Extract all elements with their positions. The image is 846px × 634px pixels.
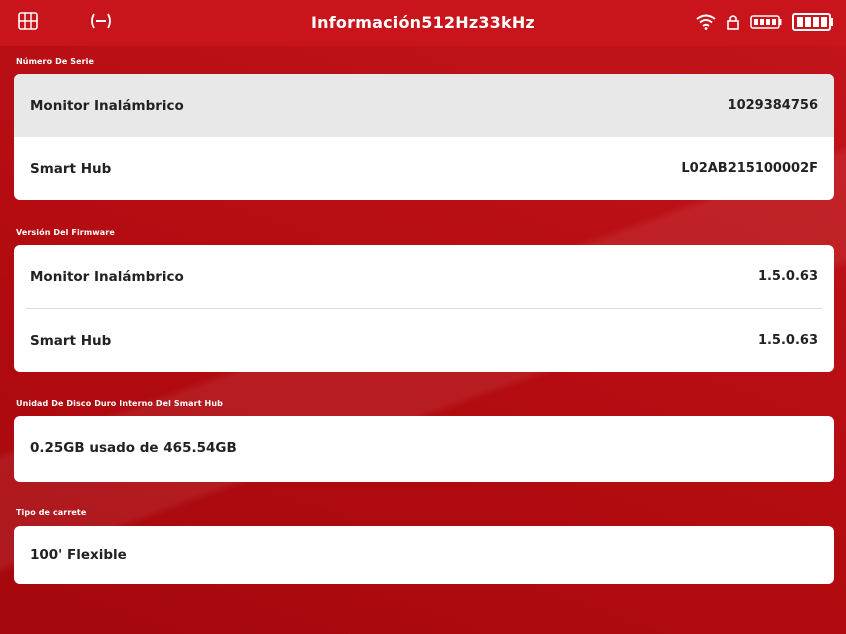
battery-icon xyxy=(792,13,834,31)
top-bar: Información512Hz33kHz xyxy=(0,0,846,46)
reel-row-type[interactable]: 100' Flexible xyxy=(14,526,834,584)
section-label-reel: Tipo de carrete xyxy=(16,508,87,517)
lock-icon xyxy=(726,14,740,30)
reel-card: 100' Flexible xyxy=(14,526,834,584)
section-label-firmware: Versión Del Firmware xyxy=(16,228,115,237)
firmware-row-hub[interactable]: Smart Hub 1.5.0.63 xyxy=(14,309,834,372)
row-label: Smart Hub xyxy=(30,160,112,177)
row-label: Smart Hub xyxy=(30,332,112,349)
row-value: L02AB215100002F xyxy=(681,161,818,176)
row-label: Monitor Inalámbrico xyxy=(30,268,184,285)
row-value: 1.5.0.63 xyxy=(757,333,818,348)
firmware-row-monitor[interactable]: Monitor Inalámbrico 1.5.0.63 xyxy=(14,245,834,308)
serial-row-monitor[interactable]: Monitor Inalámbrico 1029384756 xyxy=(14,74,834,137)
disk-row-usage[interactable]: 0.25GB usado de 465.54GB xyxy=(14,416,834,479)
row-label: 0.25GB usado de 465.54GB xyxy=(30,439,237,456)
section-label-disk: Unidad De Disco Duro Interno Del Smart H… xyxy=(16,399,223,408)
section-label-serial: Número De Serie xyxy=(16,57,95,66)
row-label: Monitor Inalámbrico xyxy=(30,97,184,114)
firmware-card: Monitor Inalámbrico 1.5.0.63 Smart Hub 1… xyxy=(14,245,834,372)
row-value: 1.5.0.63 xyxy=(757,269,818,284)
serial-card: Monitor Inalámbrico 1029384756 Smart Hub… xyxy=(14,74,834,200)
remote-battery-icon xyxy=(750,15,782,29)
row-value: 1029384756 xyxy=(727,98,818,113)
disk-card: 0.25GB usado de 465.54GB xyxy=(14,416,834,482)
wifi-icon xyxy=(696,14,716,30)
row-label: 100' Flexible xyxy=(30,547,127,563)
serial-row-hub[interactable]: Smart Hub L02AB215100002F xyxy=(14,137,834,200)
